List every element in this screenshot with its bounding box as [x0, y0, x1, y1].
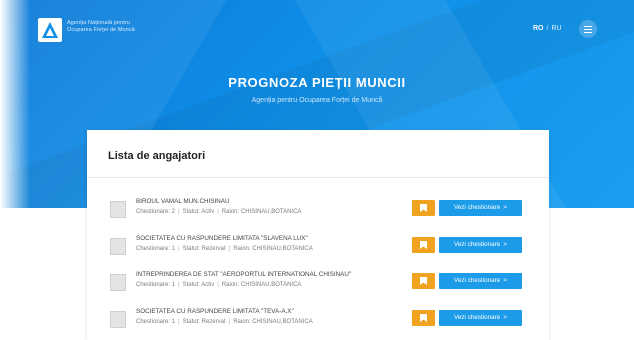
placeholder-image-icon — [110, 201, 126, 218]
view-questionnaires-button[interactable]: Vezi chestionare > — [439, 310, 522, 326]
menu-line-icon — [584, 31, 592, 33]
view-questionnaires-button[interactable]: Vezi chestionare > — [439, 237, 522, 253]
chevron-right-icon: > — [503, 241, 507, 248]
page-subtitle: Agenția pentru Ocuparea Forței de Muncă — [251, 97, 383, 104]
questionnaire-count: Chestionare: 1 — [136, 246, 176, 252]
bookmark-icon — [420, 314, 427, 322]
language-switcher: RO / RU — [533, 25, 562, 32]
view-questionnaires-label: Vezi chestionare — [454, 277, 501, 284]
card-divider — [87, 177, 549, 178]
questionnaire-count: Chestionare: 1 — [136, 319, 176, 325]
view-questionnaires-label: Vezi chestionare — [454, 204, 501, 211]
placeholder-image-icon — [110, 238, 126, 255]
view-questionnaires-button[interactable]: Vezi chestionare > — [439, 200, 522, 216]
agency-name[interactable]: Agenția Națională pentru Ocuparea Forței… — [67, 20, 177, 34]
view-questionnaires-label: Vezi chestionare — [454, 314, 501, 321]
chevron-right-icon: > — [503, 204, 507, 211]
employer-raion: Raion: CHISINAU,BOTANICA — [233, 319, 313, 325]
bookmark-button[interactable] — [412, 273, 435, 289]
employer-row: BIROUL VAMAL MUN.CHISINAU Chestionare: 2… — [87, 195, 549, 225]
bookmark-icon — [420, 277, 427, 285]
menu-line-icon — [584, 25, 592, 27]
employer-name[interactable]: SOCIETATEA CU RASPUNDERE LIMITATA "TEVA-… — [136, 308, 294, 315]
employer-name[interactable]: BIROUL VAMAL MUN.CHISINAU — [136, 198, 230, 205]
hero-fade — [0, 0, 30, 208]
agency-name-line1: Agenția Națională pentru — [67, 20, 130, 26]
bookmark-button[interactable] — [412, 237, 435, 253]
hamburger-menu-button[interactable] — [579, 20, 597, 38]
employer-meta: Chestionare: 1 | Statut: Rezervat | Raion: C… — [136, 319, 313, 325]
bookmark-icon — [420, 204, 427, 212]
employer-status: Statut: Rezervat — [182, 319, 226, 325]
employer-status: Statut: Activ — [182, 282, 215, 288]
list-title: Lista de angajatori — [108, 150, 206, 162]
bookmark-icon — [420, 241, 427, 249]
page-title: PROGNOZA PIEȚII MUNCII — [228, 75, 406, 90]
employer-row: SOCIETATEA CU RASPUNDERE LIMITATA "TEVA-… — [87, 305, 549, 335]
employer-name[interactable]: INTREPRINDEREA DE STAT "AEROPORTUL INTER… — [136, 271, 351, 278]
agency-name-line2: Ocuparea Forței de Muncă — [67, 27, 135, 33]
placeholder-image-icon — [110, 311, 126, 328]
view-questionnaires-label: Vezi chestionare — [454, 241, 501, 248]
questionnaire-count: Chestionare: 2 — [136, 209, 176, 215]
bookmark-button[interactable] — [412, 310, 435, 326]
lang-ru-link[interactable]: RU — [551, 25, 561, 32]
bookmark-button[interactable] — [412, 200, 435, 216]
employer-meta: Chestionare: 1 | Statut: Rezervat | Raion: C… — [136, 246, 313, 252]
employer-status: Statut: Rezervat — [182, 246, 226, 252]
chevron-right-icon: > — [503, 277, 507, 284]
lang-separator: / — [546, 25, 549, 32]
employer-name[interactable]: SOCIETATEA CU RASPUNDERE LIMITATA "SLAVE… — [136, 235, 308, 242]
employer-row: INTREPRINDEREA DE STAT "AEROPORTUL INTER… — [87, 268, 549, 298]
view-questionnaires-button[interactable]: Vezi chestionare > — [439, 273, 522, 289]
logo-mark-icon — [42, 22, 58, 38]
menu-line-icon — [584, 28, 592, 30]
employer-raion: Raion: CHISINAU,BOTANICA — [221, 209, 302, 215]
lang-ro-link[interactable]: RO — [533, 25, 544, 32]
employer-meta: Chestionare: 2 | Statut: Activ | Raion: CHIS… — [136, 209, 302, 215]
agency-logo[interactable] — [38, 18, 62, 42]
employer-row: SOCIETATEA CU RASPUNDERE LIMITATA "SLAVE… — [87, 232, 549, 262]
employer-meta: Chestionare: 1 | Statut: Activ | Raion: CHIS… — [136, 282, 302, 288]
employer-raion: Raion: CHISINAU,BOTANICA — [221, 282, 302, 288]
questionnaire-count: Chestionare: 1 — [136, 282, 176, 288]
chevron-right-icon: > — [503, 314, 507, 321]
employer-raion: Raion: CHISINAU,BOTANICA — [233, 246, 313, 252]
employer-status: Statut: Activ — [182, 209, 215, 215]
placeholder-image-icon — [110, 274, 126, 291]
